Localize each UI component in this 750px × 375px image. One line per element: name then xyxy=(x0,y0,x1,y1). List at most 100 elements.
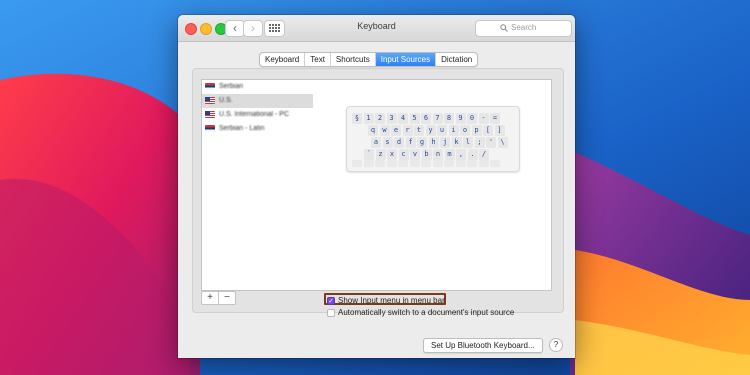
key: - xyxy=(478,113,489,124)
key: § xyxy=(352,113,362,124)
search-field[interactable]: Search xyxy=(475,20,572,37)
key-row-bottom: ` z x c v b n m,. / xyxy=(347,149,519,160)
tab-dictation[interactable]: Dictation xyxy=(436,53,477,66)
key: q xyxy=(368,125,378,136)
key: b xyxy=(421,149,432,160)
list-item-label: U.S. xyxy=(219,97,233,104)
key: v xyxy=(410,149,420,160)
key: k xyxy=(451,137,462,148)
auto-switch-checkbox[interactable] xyxy=(327,308,335,317)
search-icon xyxy=(500,24,508,32)
key-blank xyxy=(432,160,443,167)
key: t xyxy=(414,125,424,136)
key-blank xyxy=(398,160,408,167)
list-item-label: Serbian - Latin xyxy=(219,125,265,132)
list-item[interactable]: Serbian xyxy=(202,80,313,94)
key: x xyxy=(387,149,397,160)
key: 2 xyxy=(375,113,385,124)
key: j xyxy=(440,137,450,148)
key: [ xyxy=(483,125,493,136)
tab-input-sources[interactable]: Input Sources xyxy=(375,53,437,66)
show-input-menu-checkbox[interactable]: ✓ xyxy=(327,296,335,305)
key: , xyxy=(456,149,466,160)
tab-bar: Keyboard Text Shortcuts Input Sources Di… xyxy=(259,52,479,67)
key-row-space xyxy=(347,160,519,167)
help-button[interactable]: ? xyxy=(549,338,563,352)
key: w xyxy=(379,125,390,136)
key: z xyxy=(375,149,386,160)
list-item[interactable]: U.S. International - PC xyxy=(202,108,313,122)
key: a xyxy=(371,137,381,148)
key: d xyxy=(394,137,404,148)
key-blank xyxy=(421,160,431,167)
tab-shortcuts[interactable]: Shortcuts xyxy=(331,53,376,66)
list-item[interactable]: Serbian - Latin xyxy=(202,122,313,136)
title-bar: ‹ › Keyboard Search xyxy=(178,15,575,42)
us-flag-icon xyxy=(205,111,215,118)
keyboard-layout-preview: § 1 2 3 4 5 6 7 8 9 0- = q w e r t y u i o p[] a s d f g h j k l; ' \ … xyxy=(346,106,520,172)
key: e xyxy=(391,125,401,136)
key: y xyxy=(425,125,436,136)
key-blank xyxy=(467,160,477,167)
key: 9 xyxy=(455,113,466,124)
key-blank xyxy=(363,160,374,167)
key: o xyxy=(460,125,470,136)
key-row-numbers: § 1 2 3 4 5 6 7 8 9 0- = xyxy=(347,113,519,124)
key-blank xyxy=(352,160,362,167)
input-sources-panel: Serbian U.S. U.S. International - PC Ser… xyxy=(192,68,564,317)
key: ` xyxy=(364,149,374,160)
key: p xyxy=(471,125,482,136)
add-input-source-button[interactable]: + xyxy=(202,292,219,304)
auto-switch-label: Automatically switch to a document's inp… xyxy=(338,308,515,317)
key: r xyxy=(402,125,413,136)
key: h xyxy=(428,137,439,148)
key-blank xyxy=(444,160,454,167)
key: 3 xyxy=(386,113,397,124)
list-controls: + − xyxy=(201,291,236,305)
key: 4 xyxy=(398,113,408,124)
auto-switch-option[interactable]: Automatically switch to a document's inp… xyxy=(327,307,514,318)
key: 7 xyxy=(432,113,443,124)
input-sources-list[interactable]: Serbian U.S. U.S. International - PC Ser… xyxy=(201,79,314,291)
key: 8 xyxy=(444,113,454,124)
key-blank xyxy=(386,160,397,167)
list-item-label: U.S. International - PC xyxy=(219,111,290,118)
key: ; xyxy=(474,137,485,148)
serbian-flag-icon xyxy=(205,125,215,132)
key: 1 xyxy=(363,113,374,124)
key: / xyxy=(479,149,489,160)
key-blank xyxy=(409,160,420,167)
us-flag-icon xyxy=(205,97,215,104)
key: g xyxy=(417,137,427,148)
show-input-menu-option[interactable]: ✓ Show Input menu in menu bar xyxy=(327,295,445,306)
key-blank xyxy=(375,160,385,167)
serbian-flag-icon xyxy=(205,83,215,90)
key-row-home: a s d f g h j k l; ' \ xyxy=(347,137,519,148)
remove-input-source-button[interactable]: − xyxy=(219,292,235,304)
key-blank xyxy=(478,160,489,167)
key-blank xyxy=(490,160,500,167)
list-item-label: Serbian xyxy=(219,83,244,90)
key: ] xyxy=(494,125,505,136)
key: n xyxy=(433,149,443,160)
tab-text[interactable]: Text xyxy=(305,53,331,66)
key: l xyxy=(463,137,473,148)
key: . xyxy=(467,149,478,160)
key: 0 xyxy=(467,113,477,124)
show-input-menu-label: Show Input menu in menu bar xyxy=(338,296,445,305)
key: s xyxy=(382,137,393,148)
setup-bluetooth-keyboard-button[interactable]: Set Up Bluetooth Keyboard... xyxy=(423,338,543,353)
tab-keyboard[interactable]: Keyboard xyxy=(260,53,306,66)
search-placeholder: Search xyxy=(511,23,537,32)
key: 6 xyxy=(421,113,431,124)
list-item[interactable]: U.S. xyxy=(202,94,313,108)
key: c xyxy=(398,149,409,160)
key: i xyxy=(448,125,459,136)
key: \ xyxy=(497,137,508,148)
key-blank xyxy=(455,160,466,167)
key: = xyxy=(490,113,500,124)
keyboard-preview-pane: § 1 2 3 4 5 6 7 8 9 0- = q w e r t y u i o p[] a s d f g h j k l; ' \ … xyxy=(313,79,552,291)
key: f xyxy=(405,137,416,148)
keyboard-preferences-window: ‹ › Keyboard Search Keyboard Text Shortc… xyxy=(178,15,575,358)
key: ' xyxy=(486,137,496,148)
